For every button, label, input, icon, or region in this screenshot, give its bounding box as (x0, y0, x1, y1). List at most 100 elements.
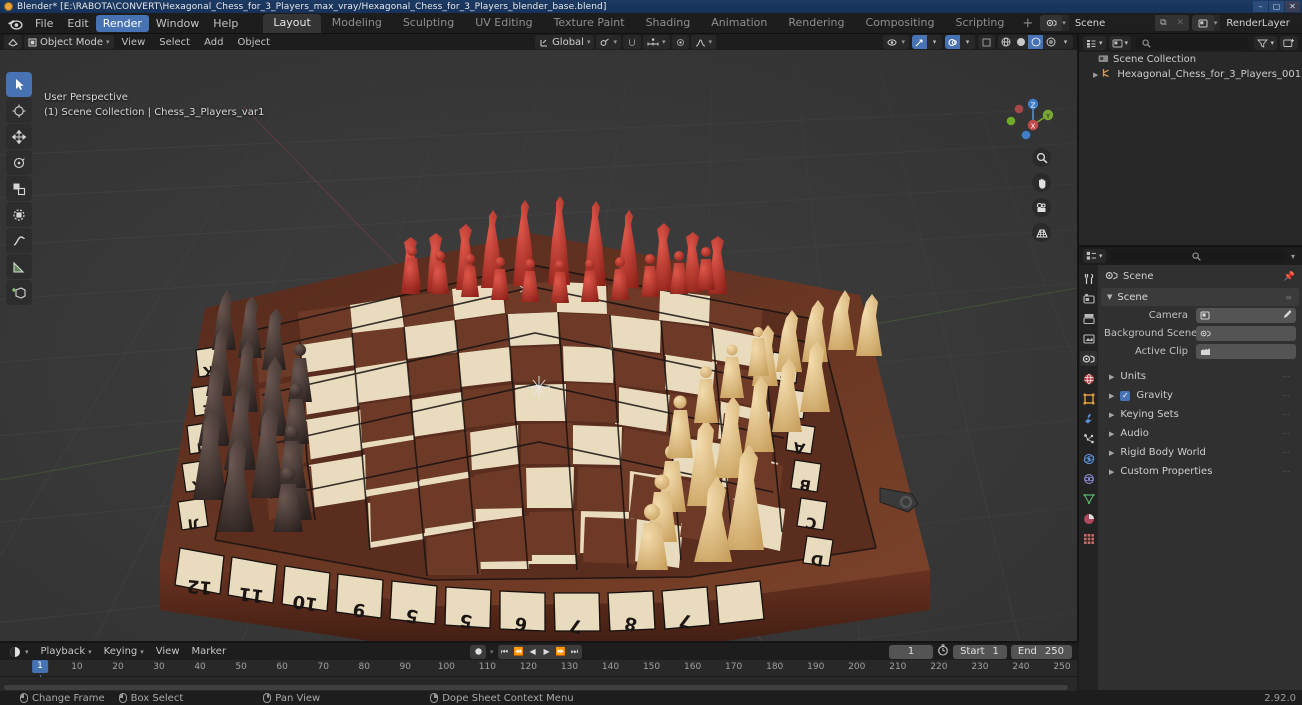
properties-tab-modifier[interactable] (1080, 411, 1097, 426)
menu-help[interactable]: Help (206, 15, 245, 32)
timeline-menu-keying[interactable]: Keying ▾ (100, 645, 148, 659)
field-camera-input[interactable] (1196, 308, 1296, 323)
measure-tool[interactable] (6, 254, 32, 279)
prev-keyframe-button[interactable]: ⏪ (512, 645, 526, 659)
falloff-curve-button[interactable]: ▾ (690, 35, 717, 49)
object-mode-selector[interactable]: Object Mode ▾ (24, 35, 114, 49)
properties-editor[interactable]: ▾ ▾ Scene 📌 ▼ Scene ≡ Camera Background … (1079, 247, 1302, 690)
properties-tab-object[interactable] (1080, 391, 1097, 406)
outliner-filter-button[interactable]: ▾ (1254, 36, 1277, 50)
transform-tool[interactable] (6, 202, 32, 227)
panel-gravity[interactable]: ▶ ✓ Gravity ⋯ (1101, 387, 1299, 404)
jump-to-end-button[interactable]: ⏭ (568, 645, 582, 659)
play-reverse-button[interactable]: ◀ (526, 645, 540, 659)
shading-mode-group[interactable]: ▾ (998, 35, 1073, 49)
properties-tab-output[interactable] (1080, 311, 1097, 326)
properties-tab-constraints[interactable] (1080, 471, 1097, 486)
tab-animation[interactable]: Animation (701, 14, 777, 33)
next-keyframe-button[interactable]: ⏩ (554, 645, 568, 659)
panel-custom-properties[interactable]: ▶ Custom Properties ⋯ (1101, 463, 1299, 480)
viewport-menu-add[interactable]: Add (198, 37, 229, 48)
annotate-tool[interactable] (6, 228, 32, 253)
scale-tool[interactable] (6, 176, 32, 201)
properties-tab-column[interactable] (1079, 265, 1098, 690)
frame-start-value[interactable]: 1 (990, 646, 1007, 657)
pin-icon[interactable]: 📌 (1284, 272, 1295, 282)
panel-rigid-body-world[interactable]: ▶ Rigid Body World ⋯ (1101, 444, 1299, 461)
panel-expand-triangle-icon[interactable]: ▶ (1109, 373, 1114, 381)
close-button[interactable]: ✕ (1285, 1, 1300, 12)
timeline-track-area[interactable] (0, 677, 1077, 691)
timeline-menu-marker[interactable]: Marker (188, 645, 231, 659)
tab-layout[interactable]: Layout (263, 13, 321, 33)
properties-options-chevron-icon[interactable]: ▾ (1291, 252, 1298, 261)
properties-tab-texture[interactable] (1080, 531, 1097, 546)
viewport-menu-object[interactable]: Object (231, 37, 276, 48)
playback-controls[interactable]: ⏮ ⏪ ◀ ▶ ⏩ ⏭ (497, 644, 582, 659)
menu-render[interactable]: Render (95, 14, 149, 32)
snap-target-selector[interactable]: ▾ (596, 35, 621, 49)
panel-expand-triangle-icon[interactable]: ▶ (1109, 411, 1114, 419)
panel-expand-triangle-icon[interactable]: ▶ (1109, 449, 1114, 457)
properties-tab-data[interactable] (1080, 491, 1097, 506)
field-background-scene[interactable]: Background Scene (1104, 325, 1296, 342)
gravity-checkbox[interactable]: ✓ (1120, 390, 1131, 401)
panel-keying-sets[interactable]: ▶ Keying Sets ⋯ (1101, 406, 1299, 423)
transform-orientation-selector[interactable]: Global ▾ (535, 35, 595, 49)
panel-expand-triangle-icon[interactable]: ▶ (1109, 430, 1114, 438)
outliner-new-collection-button[interactable] (1280, 36, 1298, 50)
tab-shading[interactable]: Shading (636, 14, 701, 33)
viewport-canvas[interactable]: 12 11 10 9 5 5 6 7 8 7 A B C D Л User Pe… (0, 50, 1077, 642)
menu-edit[interactable]: Edit (60, 15, 95, 32)
current-frame-field[interactable]: 1 (889, 644, 934, 659)
proportional-falloff-button[interactable] (671, 35, 689, 49)
properties-tab-render[interactable] (1080, 291, 1097, 306)
scene-selector[interactable]: ▾ Scene ⧉ ✕ (1040, 15, 1189, 31)
overlays-chevron-down-icon[interactable]: ▾ (960, 35, 975, 49)
play-button[interactable]: ▶ (540, 645, 554, 659)
outliner-display-mode-selector[interactable]: ▾ (1108, 36, 1132, 50)
tab-texture-paint[interactable]: Texture Paint (544, 14, 635, 33)
horizontal-separator[interactable] (1079, 245, 1302, 247)
auto-keyframe-record-button[interactable] (470, 644, 486, 659)
timeline-transport-group[interactable]: ▾ ⏮ ⏪ ◀ ▶ ⏩ ⏭ (470, 644, 582, 659)
zoom-icon[interactable] (1032, 148, 1051, 167)
shading-chevron-down-icon[interactable]: ▾ (1058, 35, 1073, 49)
window-controls[interactable]: – ▢ ✕ (1253, 1, 1300, 12)
properties-tab-particles[interactable] (1080, 431, 1097, 446)
navigation-gizmo[interactable]: Z Y X (997, 88, 1055, 146)
gizmo-toggle-group[interactable]: ▾ (912, 35, 942, 49)
panel-expand-triangle-icon[interactable]: ▶ (1109, 392, 1114, 400)
overlays-icon[interactable] (945, 35, 960, 49)
vertical-separator[interactable] (1077, 34, 1079, 642)
panel-collapse-triangle-icon[interactable]: ▼ (1107, 293, 1112, 301)
viewlayer-selector[interactable]: ▾ RenderLayer ⧉ ✕ (1191, 15, 1302, 31)
viewport-menu-view[interactable]: View (116, 37, 152, 48)
blender-logo-icon[interactable] (5, 15, 25, 31)
frame-end-value[interactable]: 250 (1042, 646, 1072, 657)
timeline-menu-view[interactable]: View (152, 645, 184, 659)
proportional-editing-selector[interactable]: ▾ (643, 35, 670, 49)
field-active-clip-input[interactable] (1196, 344, 1296, 359)
overlays-toggle-group[interactable]: ▾ (945, 35, 975, 49)
timeline-horizontal-scrollbar[interactable] (4, 685, 1068, 690)
scene-copy-button[interactable]: ⧉ (1154, 15, 1172, 31)
gizmo-icon[interactable] (912, 35, 927, 49)
horizontal-separator[interactable] (0, 641, 1077, 643)
outliner-editor-type-selector[interactable]: ▾ (1083, 36, 1106, 50)
snap-toggle-button[interactable] (623, 35, 641, 49)
scene-name[interactable]: Scene (1068, 15, 1155, 31)
menu-file[interactable]: File (28, 15, 60, 32)
3d-viewport[interactable]: Object Mode ▾ View Select Add Object Glo… (0, 34, 1077, 642)
outliner-editor[interactable]: ▾ ▾ ▾ Scene Collection ▶ Hexagonal_Chess… (1079, 34, 1302, 246)
properties-tab-view-layer[interactable] (1080, 331, 1097, 346)
panel-audio[interactable]: ▶ Audio ⋯ (1101, 425, 1299, 442)
shading-rendered-icon[interactable] (1043, 35, 1058, 49)
timeline-menu-playback[interactable]: Playback ▾ (37, 645, 96, 659)
outliner-row-scene-collection[interactable]: Scene Collection (1079, 52, 1302, 67)
panel-header-scene[interactable]: ▼ Scene ≡ (1101, 288, 1299, 306)
timeline-editor-type-selector[interactable]: ▾ (5, 645, 33, 659)
outliner-row-object[interactable]: ▶ Hexagonal_Chess_for_3_Players_001 (1079, 67, 1302, 82)
shading-solid-icon[interactable] (1013, 35, 1028, 49)
properties-search-input[interactable] (1109, 249, 1287, 263)
